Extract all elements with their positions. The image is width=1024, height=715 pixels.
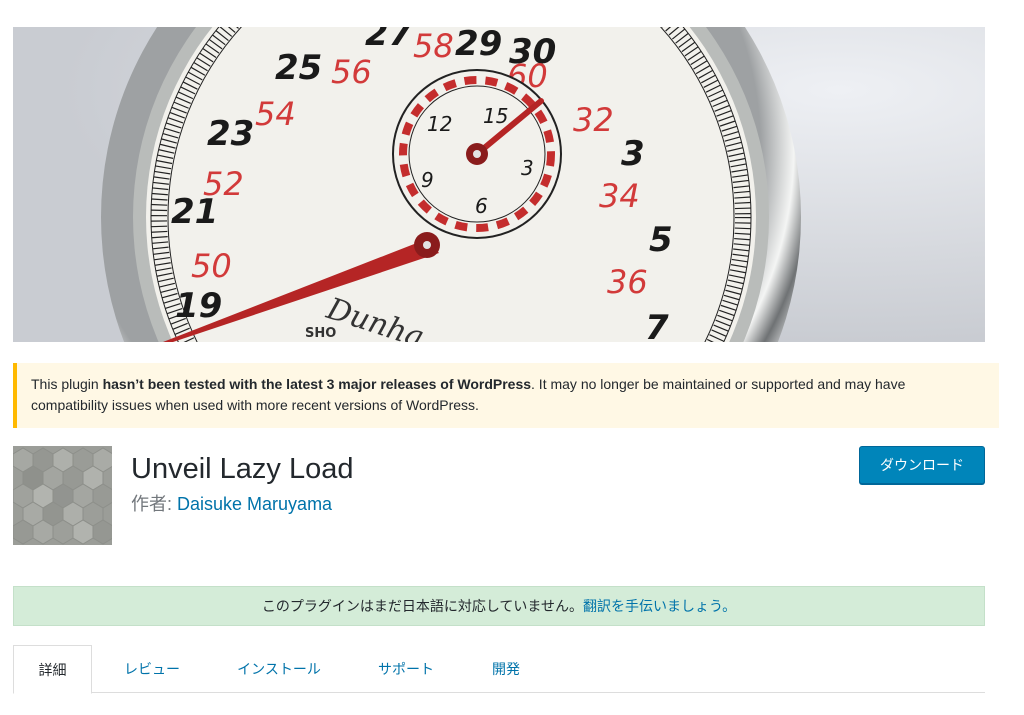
svg-text:12: 12 xyxy=(427,112,452,136)
warning-bold: hasn’t been tested with the latest 3 maj… xyxy=(102,376,532,392)
svg-text:15: 15 xyxy=(483,104,508,128)
tab-reviews[interactable]: レビュー xyxy=(110,645,194,693)
tab-installation[interactable]: インストール xyxy=(224,645,334,693)
plugin-title: Unveil Lazy Load xyxy=(131,453,354,485)
svg-text:54: 54 xyxy=(255,95,296,133)
svg-text:7: 7 xyxy=(645,308,669,342)
svg-text:6: 6 xyxy=(475,194,488,218)
tab-details[interactable]: 詳細 xyxy=(13,645,92,694)
svg-text:19: 19 xyxy=(175,286,222,326)
svg-text:34: 34 xyxy=(599,177,640,215)
outdated-warning-notice: This plugin hasn’t been tested with the … xyxy=(13,363,999,428)
warning-prefix: This plugin xyxy=(31,376,103,392)
svg-text:32: 32 xyxy=(573,101,614,139)
plugin-tabs: 詳細 レビュー インストール サポート 開発 xyxy=(13,645,985,694)
plugin-icon xyxy=(13,446,112,545)
svg-text:25: 25 xyxy=(275,48,322,88)
svg-text:58: 58 xyxy=(413,27,454,65)
author-prefix: 作者: xyxy=(131,494,178,514)
plugin-author: 作者: Daisuke Maruyama xyxy=(131,491,332,517)
svg-text:52: 52 xyxy=(203,165,244,203)
svg-text:23: 23 xyxy=(207,114,254,154)
svg-text:50: 50 xyxy=(191,247,232,285)
svg-text:3: 3 xyxy=(521,156,534,180)
tab-support[interactable]: サポート xyxy=(364,645,448,693)
svg-text:36: 36 xyxy=(607,263,648,301)
tab-development[interactable]: 開発 xyxy=(478,645,534,693)
translation-notice: このプラグインはまだ日本語に対応していません。翻訳を手伝いましょう。 xyxy=(13,586,985,626)
svg-text:3: 3 xyxy=(621,134,645,174)
svg-text:27: 27 xyxy=(365,27,413,54)
svg-text:9: 9 xyxy=(421,168,434,192)
stopwatch-image: 27 29 30 25 23 21 19 3 5 7 58 56 54 52 5… xyxy=(13,27,985,342)
download-button[interactable]: ダウンロード xyxy=(859,446,985,484)
plugin-banner: 27 29 30 25 23 21 19 3 5 7 58 56 54 52 5… xyxy=(13,27,985,342)
svg-text:5: 5 xyxy=(649,220,673,260)
svg-text:29: 29 xyxy=(455,27,502,64)
brand-sub-text: SHO xyxy=(305,326,336,341)
translation-notice-text: このプラグインはまだ日本語に対応していません。 xyxy=(261,598,583,614)
sub-dial: 12 15 3 6 9 xyxy=(392,69,562,239)
svg-text:56: 56 xyxy=(331,53,372,91)
translation-help-link[interactable]: 翻訳を手伝いましょう。 xyxy=(583,598,736,614)
author-link[interactable]: Daisuke Maruyama xyxy=(177,494,332,514)
